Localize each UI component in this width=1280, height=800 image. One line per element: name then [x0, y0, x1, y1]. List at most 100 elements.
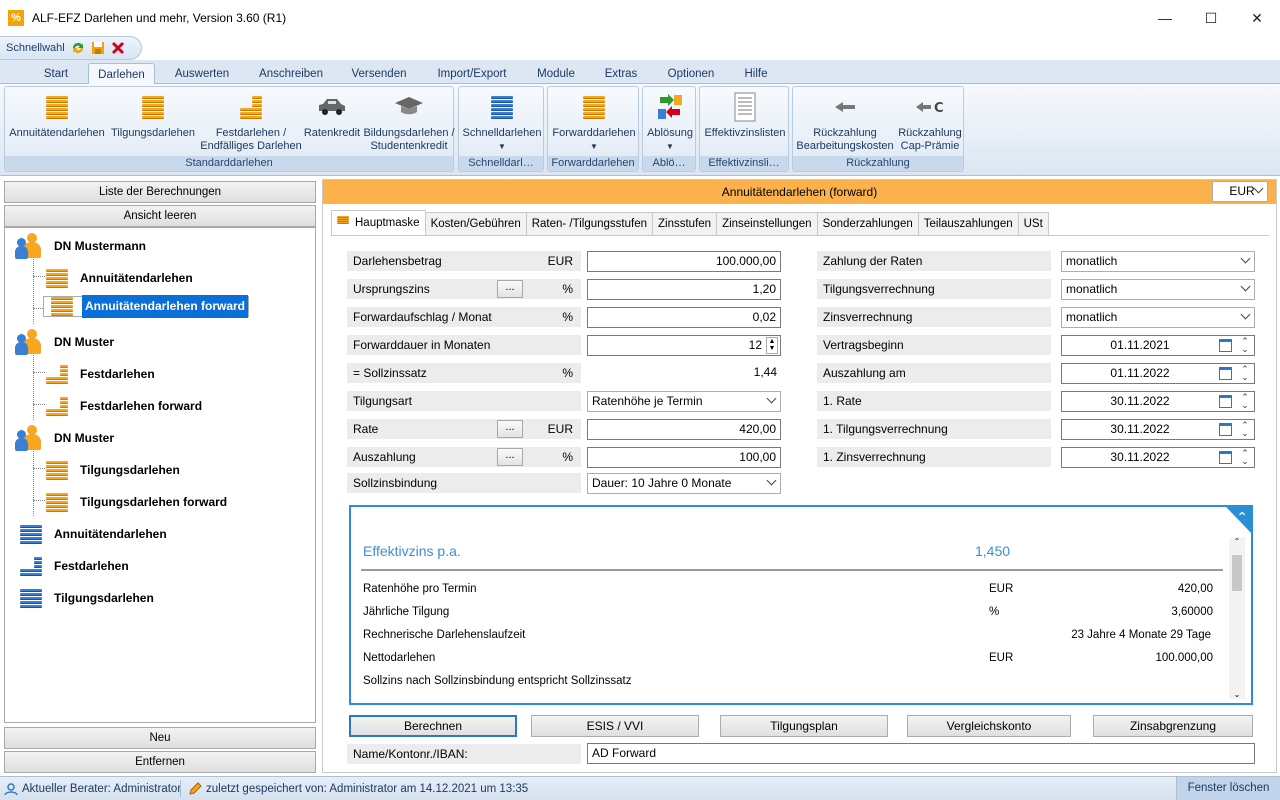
spin-icon[interactable]: ⌃ ⌄ — [1240, 421, 1250, 438]
collapse-button[interactable]: ⌃ — [1224, 505, 1253, 535]
tree-node-loan[interactable]: Festdarlehen forward — [43, 392, 205, 420]
forwarddauer-stepper[interactable]: 12 ▲ ▼ — [587, 335, 781, 356]
vergleichskonto-button[interactable]: Vergleichskonto — [907, 715, 1071, 737]
tree-node-loan-selected[interactable]: Annuitätendarlehen forward — [43, 295, 250, 318]
tab-zinseinstellungen[interactable]: Zinseinstellungen — [716, 212, 818, 235]
tree-node-person[interactable]: DN Muster — [15, 424, 117, 452]
name-input[interactable]: AD Forward — [587, 743, 1255, 764]
rate-input[interactable]: 420,00 — [587, 419, 781, 440]
tree-node-loan[interactable]: Tilgungsdarlehen — [43, 456, 183, 484]
ansicht-leeren-button[interactable]: Ansicht leeren — [4, 205, 316, 227]
erste-tilgungsverrechnung-date[interactable]: 30.11.2022 ⌃ ⌄ — [1061, 419, 1255, 440]
person-icon — [15, 232, 45, 260]
tilgungsverrechnung-select[interactable]: monatlich — [1061, 279, 1255, 300]
calendar-icon[interactable] — [1219, 451, 1232, 464]
calendar-icon[interactable] — [1219, 423, 1232, 436]
tree-node-loan[interactable]: Tilgungsdarlehen — [17, 584, 157, 612]
save-icon[interactable] — [91, 41, 105, 55]
tab-module[interactable]: Module — [528, 63, 584, 84]
spin-icon[interactable]: ⌃ ⌄ — [1240, 337, 1250, 354]
liste-berechnungen-button[interactable]: Liste der Berechnungen — [4, 181, 316, 203]
tree-node-loan[interactable]: Festdarlehen — [43, 360, 158, 388]
tilgungsart-select[interactable]: Ratenhöhe je Termin — [587, 391, 781, 412]
sollzinsbindung-select[interactable]: Dauer: 10 Jahre 0 Monate — [587, 473, 781, 494]
tab-sonderzahlungen[interactable]: Sonderzahlungen — [816, 212, 919, 235]
effektivzins-value: 1,450 — [975, 543, 1011, 559]
festdarlehen-button[interactable]: Festdarlehen / Endfälliges Darlehen — [199, 91, 303, 153]
loan-stack-icon — [137, 91, 169, 123]
ratenkredit-button[interactable]: Ratenkredit — [303, 91, 361, 140]
berechnen-button[interactable]: Berechnen — [349, 715, 517, 737]
calendar-icon[interactable] — [1219, 367, 1232, 380]
calendar-icon[interactable] — [1219, 395, 1232, 408]
minimize-icon[interactable]: — — [1142, 0, 1188, 36]
ribbon-tabs: Start Darlehen Auswerten Anschreiben Ver… — [0, 60, 1280, 85]
fenster-loeschen-button[interactable]: Fenster löschen — [1176, 777, 1280, 800]
tab-anschreiben[interactable]: Anschreiben — [250, 63, 332, 84]
ursprungszins-input[interactable]: 1,20 — [587, 279, 781, 300]
vertragsbeginn-date[interactable]: 01.11.2021 ⌃ ⌄ — [1061, 335, 1255, 356]
spin-icon[interactable]: ⌃ ⌄ — [1240, 365, 1250, 382]
tab-hauptmaske[interactable]: Hauptmaske — [331, 210, 426, 235]
tab-import-export[interactable]: Import/Export — [428, 63, 516, 84]
tab-auswerten[interactable]: Auswerten — [164, 63, 240, 84]
ursprungszins-more-button[interactable]: ... — [497, 280, 523, 298]
tab-hilfe[interactable]: Hilfe — [734, 63, 778, 84]
tilgungsdarlehen-button[interactable]: Tilgungsdarlehen — [109, 91, 197, 140]
zinsverrechnung-label: Zinsverrechnung — [817, 307, 1051, 327]
rate-more-button[interactable]: ... — [497, 420, 523, 438]
auszahlung-input[interactable]: 100,00 — [587, 447, 781, 468]
tab-ust[interactable]: USt — [1017, 212, 1049, 235]
scrollbar[interactable]: ⌃ ⌄ — [1229, 537, 1245, 699]
currency-select[interactable]: EUR — [1212, 181, 1268, 202]
tree-node-loan[interactable]: Annuitätendarlehen — [43, 264, 196, 292]
spin-icon[interactable]: ▲ ▼ — [766, 337, 778, 354]
tab-kosten-gebuehren[interactable]: Kosten/Gebühren — [424, 212, 527, 235]
darlehensbetrag-input[interactable]: 100.000,00 — [587, 251, 781, 272]
annuitaetendarlehen-button[interactable]: Annuitätendarlehen — [7, 91, 107, 140]
zahlung-raten-select[interactable]: monatlich — [1061, 251, 1255, 272]
tab-raten-tilgungsstufen[interactable]: Raten- /Tilgungsstufen — [525, 212, 653, 235]
tab-teilauszahlungen[interactable]: Teilauszahlungen — [917, 212, 1019, 235]
tab-zinsstufen[interactable]: Zinsstufen — [652, 212, 718, 235]
entfernen-button[interactable]: Entfernen — [4, 751, 316, 773]
tilgungsplan-button[interactable]: Tilgungsplan — [720, 715, 888, 737]
zinsverrechnung-select[interactable]: monatlich — [1061, 307, 1255, 328]
tab-darlehen[interactable]: Darlehen — [88, 63, 155, 85]
auszahlung-am-label: Auszahlung am — [817, 363, 1051, 383]
maximize-icon[interactable]: ☐ — [1188, 0, 1234, 36]
ursprungszins-label: Ursprungszins...% — [347, 279, 581, 299]
tab-versenden[interactable]: Versenden — [340, 63, 418, 84]
effektivzinslisten-button[interactable]: Effektivzinslisten — [701, 91, 789, 140]
tree-node-person[interactable]: DN Muster — [15, 328, 117, 356]
erste-zinsverrechnung-date[interactable]: 30.11.2022 ⌃ ⌄ — [1061, 447, 1255, 468]
person-icon — [15, 424, 45, 452]
tree-node-person[interactable]: DN Mustermann — [15, 232, 149, 260]
forwardaufschlag-input[interactable]: 0,02 — [587, 307, 781, 328]
tab-extras[interactable]: Extras — [596, 63, 646, 84]
bildungsdarlehen-button[interactable]: Bildungsdarlehen / Studentenkredit — [363, 91, 455, 153]
abloesung-button[interactable]: Ablösung ▼ — [644, 91, 696, 153]
rueckzahlung-bearbeitungskosten-button[interactable]: Rückzahlung Bearbeitungskosten — [795, 91, 895, 153]
tree-node-loan[interactable]: Festdarlehen — [17, 552, 132, 580]
delete-icon[interactable] — [111, 41, 125, 55]
erste-rate-date[interactable]: 30.11.2022 ⌃ ⌄ — [1061, 391, 1255, 412]
refresh-icon[interactable] — [71, 41, 85, 55]
tree-node-loan[interactable]: Annuitätendarlehen — [17, 520, 170, 548]
auszahlung-am-date[interactable]: 01.11.2022 ⌃ ⌄ — [1061, 363, 1255, 384]
neu-button[interactable]: Neu — [4, 727, 316, 749]
schnelldarlehen-button[interactable]: Schnelldarlehen ▼ — [461, 91, 543, 153]
spin-icon[interactable]: ⌃ ⌄ — [1240, 449, 1250, 466]
spin-icon[interactable]: ⌃ ⌄ — [1240, 393, 1250, 410]
auszahlung-more-button[interactable]: ... — [497, 448, 523, 466]
tree-node-loan[interactable]: Tilgungsdarlehen forward — [43, 488, 230, 516]
rueckzahlung-cap-praemie-button[interactable]: C Rückzahlung Cap-Prämie — [897, 91, 963, 153]
esis-vvi-button[interactable]: ESIS / VVI — [531, 715, 699, 737]
tab-start[interactable]: Start — [28, 63, 84, 84]
car-icon — [316, 91, 348, 123]
forwarddarlehen-button[interactable]: Forwarddarlehen ▼ — [550, 91, 638, 153]
close-icon[interactable]: ✕ — [1234, 0, 1280, 36]
zinsabgrenzung-button[interactable]: Zinsabgrenzung — [1093, 715, 1253, 737]
tab-optionen[interactable]: Optionen — [660, 63, 722, 84]
calendar-icon[interactable] — [1219, 339, 1232, 352]
